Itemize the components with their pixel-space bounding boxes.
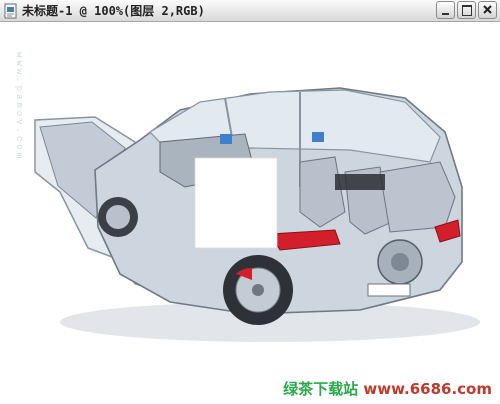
minimize-button[interactable] xyxy=(436,1,455,19)
site-url: www.6686.com xyxy=(363,380,492,398)
image-window: 未标题-1 @ 100%(图层 2,RGB) www.pamov.com 绿茶下… xyxy=(0,0,500,404)
minimize-icon xyxy=(442,13,449,15)
site-watermark: 绿茶下载站 www.6686.com xyxy=(283,378,492,399)
site-name: 绿茶下载站 xyxy=(283,380,359,398)
document-icon xyxy=(4,3,17,19)
close-button[interactable] xyxy=(478,1,497,19)
title-bar[interactable]: 未标题-1 @ 100%(图层 2,RGB) xyxy=(0,0,500,22)
car-cutaway-illustration xyxy=(34,87,480,342)
maximize-icon xyxy=(462,5,472,16)
close-icon xyxy=(483,5,492,14)
watermark-text: www.pamov.com xyxy=(14,52,24,162)
document-canvas[interactable]: www.pamov.com 绿茶下载站 www.6686.com xyxy=(0,22,500,404)
maximize-button[interactable] xyxy=(457,1,476,19)
window-title: 未标题-1 @ 100%(图层 2,RGB) xyxy=(22,4,205,18)
